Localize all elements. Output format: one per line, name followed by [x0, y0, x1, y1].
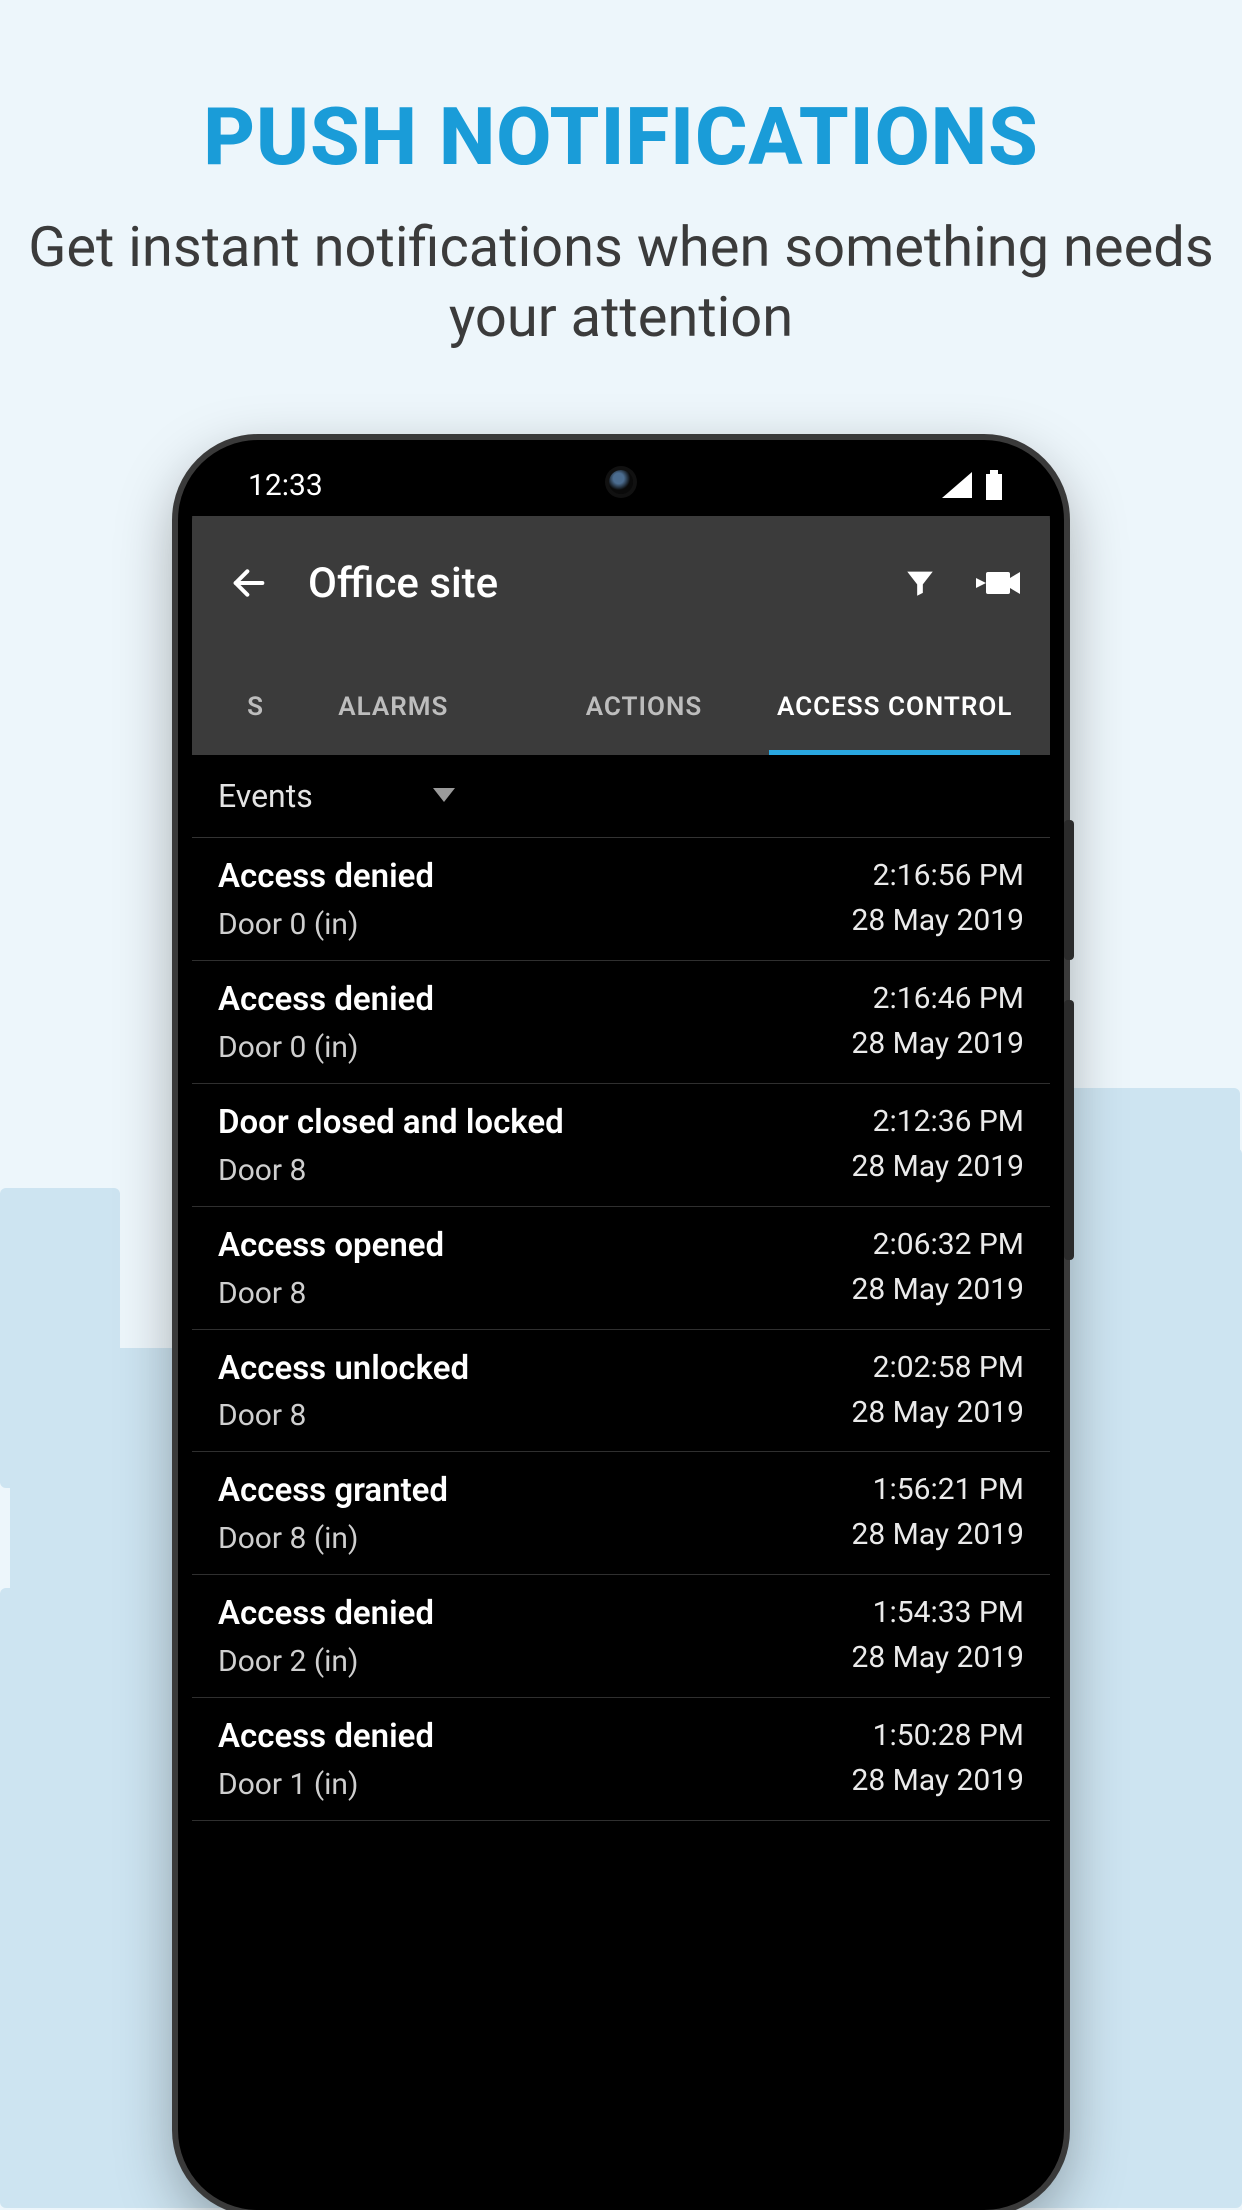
event-time: 1:54:33 PM — [851, 1593, 1024, 1632]
event-row[interactable]: Access opened Door 8 2:06:32 PM 28 May 2019 — [192, 1207, 1050, 1330]
event-time: 1:56:21 PM — [851, 1470, 1024, 1509]
event-subtitle: Door 8 — [218, 1398, 469, 1433]
event-subtitle: Door 2 (in) — [218, 1644, 434, 1679]
event-time: 2:16:46 PM — [851, 979, 1024, 1018]
tab-partial[interactable]: S — [222, 666, 268, 755]
filter-button[interactable] — [898, 561, 942, 605]
event-date: 28 May 2019 — [851, 1640, 1024, 1675]
battery-icon — [984, 470, 1004, 500]
event-date: 28 May 2019 — [851, 1517, 1024, 1552]
event-time: 2:06:32 PM — [851, 1225, 1024, 1264]
event-subtitle: Door 8 — [218, 1276, 444, 1311]
event-title: Door closed and locked — [218, 1102, 564, 1145]
video-camera-icon — [976, 568, 1020, 598]
event-date: 28 May 2019 — [851, 903, 1024, 938]
event-row[interactable]: Access granted Door 8 (in) 1:56:21 PM 28 Ma… — [192, 1452, 1050, 1575]
event-date: 28 May 2019 — [851, 1149, 1024, 1184]
page-title: Office site — [308, 559, 898, 608]
event-time: 1:50:28 PM — [851, 1716, 1024, 1755]
event-row[interactable]: Access denied Door 0 (in) 2:16:46 PM 28 May… — [192, 961, 1050, 1084]
event-subtitle: Door 0 (in) — [218, 907, 434, 942]
event-title: Access denied — [218, 979, 434, 1022]
event-title: Access opened — [218, 1225, 444, 1268]
event-subtitle: Door 0 (in) — [218, 1030, 434, 1065]
funnel-icon — [903, 566, 937, 600]
promo-subtitle: Get instant notifications when something… — [0, 212, 1242, 352]
phone-side-button — [1064, 1000, 1074, 1260]
event-time: 2:12:36 PM — [851, 1102, 1024, 1141]
event-title: Access unlocked — [218, 1348, 469, 1391]
event-title: Access granted — [218, 1470, 448, 1513]
event-title: Access denied — [218, 1593, 434, 1636]
event-subtitle: Door 8 (in) — [218, 1521, 448, 1556]
back-button[interactable] — [222, 556, 276, 610]
event-row[interactable]: Access denied Door 2 (in) 1:54:33 PM 28 May… — [192, 1575, 1050, 1698]
event-date: 28 May 2019 — [851, 1763, 1024, 1798]
event-date: 28 May 2019 — [851, 1272, 1024, 1307]
event-row[interactable]: Access denied Door 1 (in) 1:50:28 PM 28 May… — [192, 1698, 1050, 1821]
promo-title: PUSH NOTIFICATIONS — [0, 90, 1242, 184]
camera-button[interactable] — [976, 561, 1020, 605]
event-row[interactable]: Access unlocked Door 8 2:02:58 PM 28 May 20… — [192, 1330, 1050, 1453]
arrow-left-icon — [229, 563, 269, 603]
event-date: 28 May 2019 — [851, 1395, 1024, 1430]
event-time: 2:02:58 PM — [851, 1348, 1024, 1387]
event-title: Access denied — [218, 856, 434, 899]
tab-actions[interactable]: ACTIONS — [519, 666, 770, 755]
events-filter-label: Events — [218, 777, 313, 815]
signal-icon — [942, 472, 972, 498]
events-list[interactable]: Access denied Door 0 (in) 2:16:56 PM 28 May… — [192, 838, 1050, 2196]
status-time: 12:33 — [248, 468, 323, 503]
event-subtitle: Door 8 — [218, 1153, 564, 1188]
event-title: Access denied — [218, 1716, 434, 1759]
event-row[interactable]: Access denied Door 0 (in) 2:16:56 PM 28 May… — [192, 838, 1050, 961]
status-bar: 12:33 — [192, 454, 1050, 516]
camera-notch — [609, 470, 633, 494]
event-subtitle: Door 1 (in) — [218, 1767, 434, 1802]
event-row[interactable]: Door closed and locked Door 8 2:12:36 PM 28… — [192, 1084, 1050, 1207]
event-date: 28 May 2019 — [851, 1026, 1024, 1061]
phone-side-button — [1064, 820, 1074, 960]
event-time: 2:16:56 PM — [851, 856, 1024, 895]
tab-alarms[interactable]: ALARMS — [268, 666, 519, 755]
app-bar: Office site S ALARMS ACTIONS — [192, 516, 1050, 755]
tab-bar: S ALARMS ACTIONS ACCESS CONTROL — [222, 666, 1020, 755]
phone-frame: 12:33 Office site — [178, 440, 1064, 2210]
events-filter-dropdown[interactable]: Events — [192, 755, 1050, 838]
tab-access-control[interactable]: ACCESS CONTROL — [769, 666, 1020, 755]
chevron-down-icon — [433, 787, 455, 806]
